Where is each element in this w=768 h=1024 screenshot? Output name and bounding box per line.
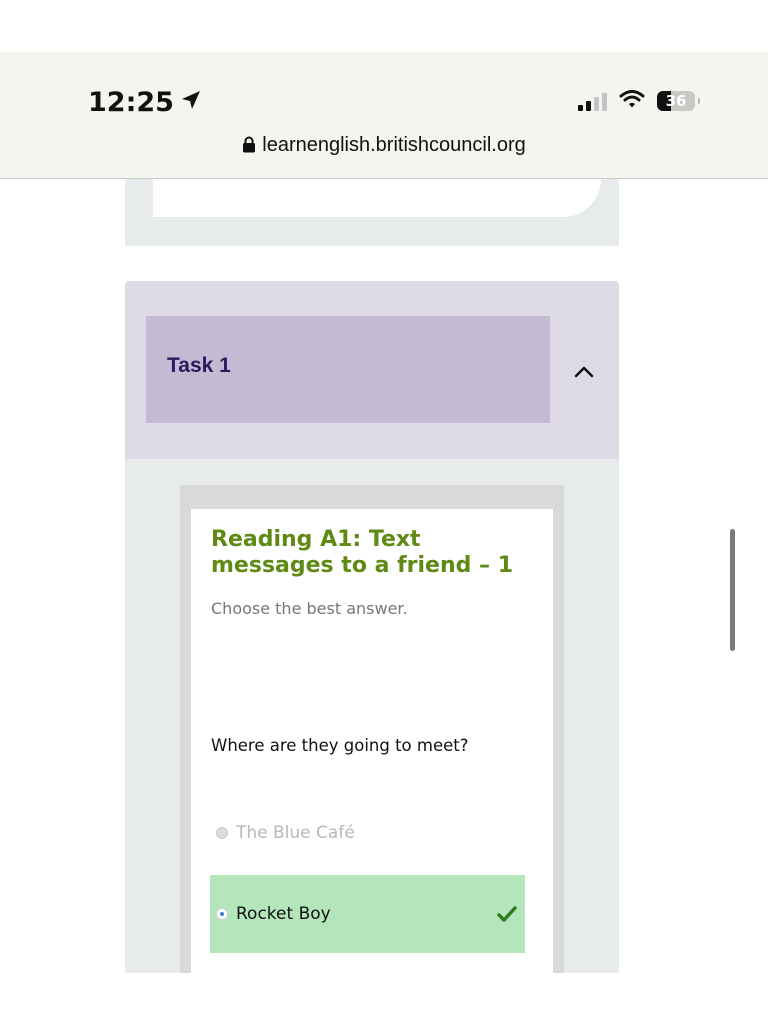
status-time-text: 12:25 bbox=[88, 87, 174, 118]
quiz-instruction: Choose the best answer. bbox=[211, 599, 408, 618]
cellular-signal-icon bbox=[578, 91, 607, 111]
answer-option-label: Rocket Boy bbox=[236, 904, 331, 924]
task-accordion: Task 1 bbox=[125, 281, 619, 459]
previous-card bbox=[153, 179, 601, 217]
answer-option-label: The Blue Café bbox=[236, 823, 355, 843]
address-bar[interactable]: learnenglish.britishcouncil.org bbox=[0, 134, 768, 159]
quiz-card: Reading A1: Text messages to a friend – … bbox=[191, 509, 553, 973]
battery-level: 36 bbox=[665, 92, 687, 110]
check-icon bbox=[497, 905, 517, 927]
previous-section bbox=[125, 179, 619, 246]
status-indicators: 36 bbox=[578, 89, 700, 113]
status-time: 12:25 bbox=[88, 87, 202, 118]
quiz-question: Where are they going to meet? bbox=[211, 736, 469, 755]
answer-option-correct[interactable]: Rocket Boy bbox=[210, 875, 525, 953]
url-text: learnenglish.britishcouncil.org bbox=[262, 134, 526, 156]
screen: 12:25 36 learnenglish.britishcouncil.org… bbox=[0, 0, 768, 1024]
collapse-toggle-button[interactable] bbox=[569, 359, 599, 383]
wifi-icon bbox=[619, 89, 645, 113]
battery-icon: 36 bbox=[657, 91, 695, 111]
task-title: Task 1 bbox=[167, 354, 231, 377]
chevron-up-icon bbox=[569, 366, 599, 387]
task-accordion-body: Reading A1: Text messages to a friend – … bbox=[125, 459, 619, 973]
lock-icon bbox=[242, 136, 256, 159]
answer-option[interactable]: The Blue Café bbox=[210, 793, 525, 873]
exercise-embed: Reading A1: Text messages to a friend – … bbox=[180, 485, 564, 973]
quiz-title: Reading A1: Text messages to a friend – … bbox=[211, 527, 514, 578]
scrollbar-indicator[interactable] bbox=[730, 529, 735, 651]
battery-tip bbox=[698, 98, 700, 104]
task-accordion-header[interactable]: Task 1 bbox=[146, 316, 550, 423]
browser-top-bar: 12:25 36 learnenglish.britishcouncil.org bbox=[0, 52, 768, 179]
location-arrow-icon bbox=[180, 87, 202, 118]
radio-button[interactable] bbox=[216, 827, 228, 839]
radio-button-selected[interactable] bbox=[216, 908, 228, 920]
